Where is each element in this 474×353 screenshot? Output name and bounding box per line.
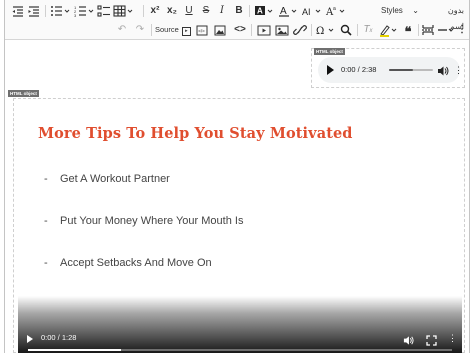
find-replace-icon[interactable] (339, 22, 353, 38)
toolbar-separator (311, 24, 312, 36)
font-family-icon[interactable]: Aa (325, 3, 347, 19)
superscript-icon[interactable]: x² (148, 3, 162, 19)
quote-icon[interactable]: ❝ (401, 22, 415, 39)
code-icon[interactable]: <> (233, 22, 247, 38)
list-item: - Put Your Money Where Your Mouth Is (44, 215, 243, 227)
list-marker: - (44, 215, 48, 227)
underline-icon[interactable]: U (182, 3, 196, 19)
volume-icon[interactable] (437, 64, 449, 82)
editor-content[interactable]: HTML object 0:00 / 2:38 ⋮ HTML object Mo… (5, 41, 469, 353)
font-size-icon[interactable]: AI (301, 3, 323, 19)
more-tools-icon[interactable]: ⋮ (457, 22, 467, 38)
toolbar-separator (143, 5, 144, 17)
svg-text:AI: AI (302, 7, 311, 17)
image-upload-icon[interactable] (213, 22, 227, 38)
strikethrough-icon[interactable]: S (199, 3, 213, 19)
font-color-icon[interactable]: A (277, 3, 299, 19)
background-color-icon[interactable]: A (253, 3, 275, 19)
toolbar-separator (151, 24, 152, 36)
video-time: 0:00 / 1:28 (41, 333, 77, 342)
play-icon[interactable] (27, 335, 33, 343)
toolbar-separator (251, 24, 252, 36)
styles-dropdown[interactable]: Styles ⌄ (373, 3, 425, 19)
redo-icon[interactable]: ↷ (133, 22, 147, 38)
toolbar-separator (45, 5, 46, 17)
subscript-icon[interactable]: x₂ (165, 3, 179, 19)
toolbar-separator (249, 5, 250, 17)
html-object-label: HTML object (314, 48, 345, 55)
outdent-icon[interactable] (11, 3, 25, 19)
check-list-icon[interactable] (97, 3, 111, 19)
source-label: Source (155, 25, 179, 34)
html-object-label: HTML object (8, 90, 39, 97)
toolbar-row-1: 123 x² x₂ U S I B A A AI A a Styles ⌄ بد… (5, 1, 469, 31)
highlight-icon[interactable] (378, 22, 400, 38)
svg-text:Ω: Ω (316, 26, 324, 37)
video-heading: More Tips To Help You Stay Motivated (38, 125, 353, 142)
more-options-icon[interactable]: ⋮ (448, 332, 457, 344)
audio-progress-bar[interactable] (389, 69, 433, 71)
video-html-object[interactable]: HTML object More Tips To Help You Stay M… (8, 90, 465, 353)
list-marker: - (44, 173, 48, 185)
rich-text-editor: 123 x² x₂ U S I B A A AI A a Styles ⌄ بد… (4, 0, 470, 353)
styles-dropdown-label: Styles (381, 6, 403, 15)
svg-text:A: A (280, 6, 287, 17)
numbered-list-icon[interactable]: 123 (73, 3, 95, 19)
list-item: - Get A Workout Partner (44, 173, 170, 185)
audio-player[interactable]: 0:00 / 2:38 ⋮ (318, 57, 463, 83)
language-label[interactable]: بدون اسم (432, 3, 464, 31)
play-icon[interactable] (327, 65, 334, 75)
more-options-icon[interactable]: ⋮ (454, 64, 463, 76)
list-item-text: Put Your Money Where Your Mouth Is (60, 215, 244, 227)
source-editing-icon: ▸ (181, 27, 191, 36)
page-break-icon[interactable] (421, 22, 435, 38)
bold-icon[interactable]: B (232, 3, 246, 19)
insert-html-icon[interactable]: </> (195, 22, 209, 38)
audio-html-object[interactable]: HTML object 0:00 / 2:38 ⋮ (311, 48, 465, 88)
media-embed-icon[interactable] (257, 22, 271, 38)
audio-progress-fill (389, 69, 414, 71)
toolbar-separator (418, 24, 419, 36)
editor-toolbar: 123 x² x₂ U S I B A A AI A a Styles ⌄ بد… (5, 0, 469, 40)
chevron-down-icon: ⌄ (412, 6, 419, 15)
horizontal-line-icon[interactable] (437, 22, 455, 38)
special-characters-icon[interactable]: Ω (315, 22, 337, 38)
italic-icon[interactable]: I (215, 3, 229, 19)
audio-time: 0:00 / 2:38 (341, 65, 377, 74)
list-marker: - (44, 257, 48, 269)
list-item-text: Accept Setbacks And Move On (60, 257, 212, 269)
video-controls: 0:00 / 1:28 ⋮ (18, 326, 462, 353)
video-progress-fill (28, 349, 122, 351)
toolbar-separator (357, 24, 358, 36)
table-icon[interactable] (113, 3, 135, 19)
toolbar-row-2: ↶ ↷ Source ▸ </> <> Ω Tx ❝ ⋮ (5, 20, 469, 40)
link-icon[interactable] (293, 22, 307, 38)
svg-text:a: a (333, 6, 336, 12)
list-item: - Accept Setbacks And Move On (44, 257, 212, 269)
svg-text:</>: </> (198, 29, 205, 34)
video-player[interactable]: More Tips To Help You Stay Motivated - Ge… (18, 103, 462, 353)
list-item-text: Get A Workout Partner (60, 173, 170, 185)
video-progress-bar[interactable] (28, 349, 452, 351)
undo-icon[interactable]: ↶ (115, 22, 129, 38)
indent-icon[interactable] (27, 3, 41, 19)
source-button[interactable]: Source ▸ (155, 22, 193, 38)
svg-text:3: 3 (74, 13, 77, 18)
image-icon[interactable] (275, 22, 289, 38)
svg-text:A: A (257, 7, 263, 16)
remove-format-icon[interactable]: Tx (361, 22, 375, 38)
bulleted-list-icon[interactable] (49, 3, 71, 19)
